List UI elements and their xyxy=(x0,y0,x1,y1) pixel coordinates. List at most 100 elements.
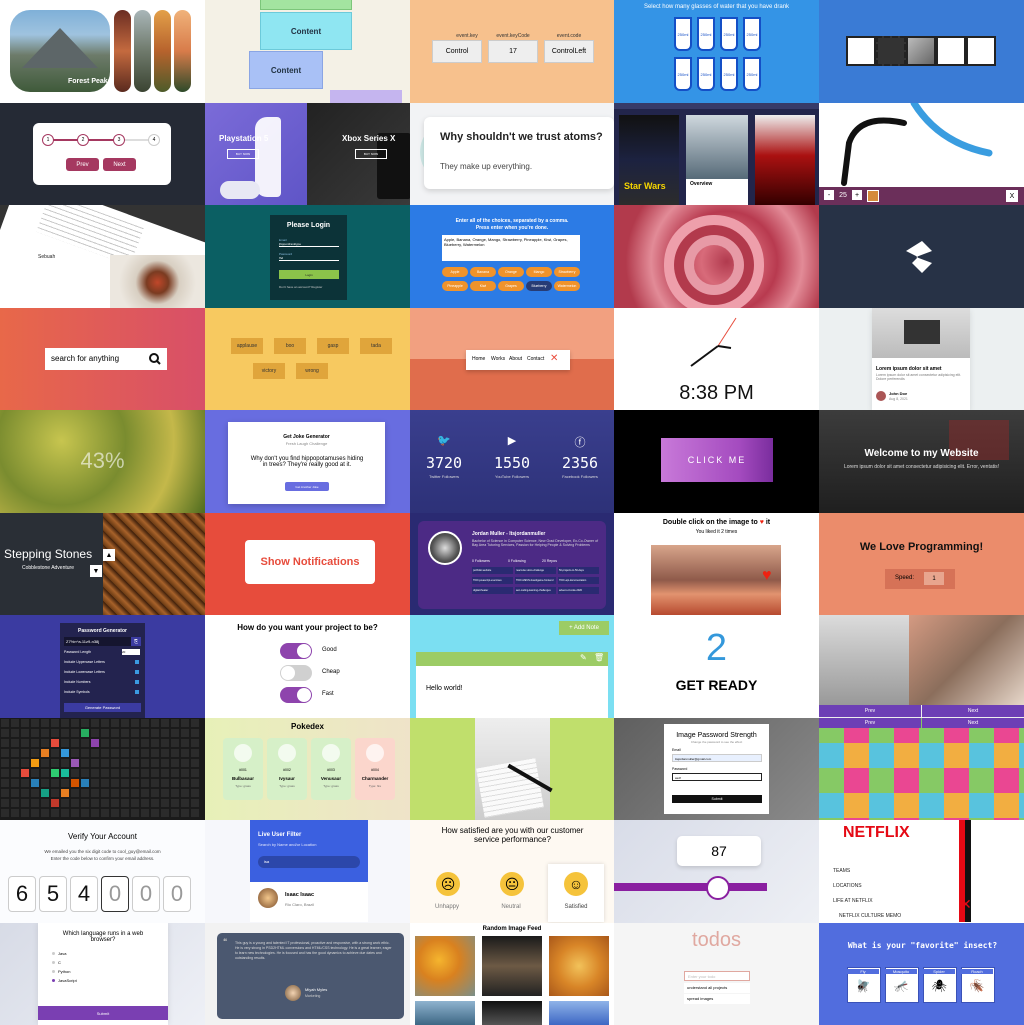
quiz-option[interactable]: C xyxy=(58,960,61,965)
board-square[interactable] xyxy=(91,779,99,787)
board-square[interactable] xyxy=(181,719,189,727)
board-square[interactable] xyxy=(181,739,189,747)
board-square[interactable] xyxy=(81,779,89,787)
board-square[interactable] xyxy=(71,779,79,787)
search-input[interactable]: search for anything xyxy=(45,348,145,370)
board-square[interactable] xyxy=(181,749,189,757)
cup-8[interactable]: 250ml xyxy=(743,57,761,91)
repo-tag[interactable]: aoc-coding-learning-challenges xyxy=(515,587,556,594)
quiz-option[interactable]: JavaScript xyxy=(58,978,77,983)
todo-item-2[interactable]: spread images xyxy=(684,994,750,1004)
todo-item-1[interactable]: understand all projects xyxy=(684,983,750,993)
nav-about[interactable]: About xyxy=(509,356,522,362)
board-square[interactable] xyxy=(141,729,149,737)
board-square[interactable] xyxy=(71,799,79,807)
board-square[interactable] xyxy=(1,799,9,807)
board-square[interactable] xyxy=(151,729,159,737)
board-square[interactable] xyxy=(161,739,169,747)
board-square[interactable] xyxy=(181,779,189,787)
board-square[interactable] xyxy=(41,809,49,817)
board-square[interactable] xyxy=(161,799,169,807)
board-square[interactable] xyxy=(121,809,129,817)
length-input[interactable]: 20 xyxy=(122,649,140,655)
board-square[interactable] xyxy=(71,729,79,737)
next-button[interactable]: Next xyxy=(103,158,136,171)
board-square[interactable] xyxy=(151,809,159,817)
repo-tag[interactable]: react-dev-docs-challenge xyxy=(515,567,556,574)
board-square[interactable] xyxy=(161,779,169,787)
left-buy-button[interactable]: BUY NOW xyxy=(227,149,259,159)
edit-icon[interactable]: ✎ xyxy=(580,653,587,662)
board-square[interactable] xyxy=(81,799,89,807)
board-square[interactable] xyxy=(51,779,59,787)
board-square[interactable] xyxy=(131,759,139,767)
board-square[interactable] xyxy=(1,809,9,817)
repo-tag[interactable]: portfolio-website xyxy=(472,567,513,574)
down-button[interactable]: ▼ xyxy=(90,565,102,577)
board-square[interactable] xyxy=(1,769,9,777)
board-square[interactable] xyxy=(161,749,169,757)
board-square[interactable] xyxy=(41,799,49,807)
board-square[interactable] xyxy=(31,729,39,737)
code-digit-5[interactable]: 0 xyxy=(132,876,160,912)
gasp-button[interactable]: gasp xyxy=(317,338,349,354)
board-square[interactable] xyxy=(71,769,79,777)
board-square[interactable] xyxy=(101,749,109,757)
board-square[interactable] xyxy=(161,759,169,767)
board-square[interactable] xyxy=(151,739,159,747)
board-square[interactable] xyxy=(131,779,139,787)
board-square[interactable] xyxy=(51,739,59,747)
code-digit-3[interactable]: 4 xyxy=(70,876,98,912)
cup-3[interactable]: 250ml xyxy=(720,17,738,51)
board-square[interactable] xyxy=(131,799,139,807)
board-square[interactable] xyxy=(31,739,39,747)
poster-3[interactable] xyxy=(755,115,815,205)
close-x-icon[interactable]: ✕ xyxy=(960,896,972,913)
board-square[interactable] xyxy=(171,739,179,747)
board-square[interactable] xyxy=(21,789,29,797)
panel-3[interactable] xyxy=(134,10,151,92)
board-square[interactable] xyxy=(181,769,189,777)
board-square[interactable] xyxy=(101,789,109,797)
board-square[interactable] xyxy=(121,779,129,787)
board-square[interactable] xyxy=(1,789,9,797)
board-square[interactable] xyxy=(101,769,109,777)
todo-input[interactable]: Enter your todo xyxy=(684,971,750,981)
board-square[interactable] xyxy=(101,729,109,737)
board-square[interactable] xyxy=(31,809,39,817)
board-square[interactable] xyxy=(111,749,119,757)
code-digit-4[interactable]: 0 xyxy=(101,876,129,912)
board-square[interactable] xyxy=(41,739,49,747)
board-square[interactable] xyxy=(111,789,119,797)
board-square[interactable] xyxy=(41,769,49,777)
code-digit-2[interactable]: 5 xyxy=(39,876,67,912)
board-square[interactable] xyxy=(1,749,9,757)
netflix-menu-item[interactable]: NETFLIX CULTURE MEMO xyxy=(839,913,901,919)
board-square[interactable] xyxy=(151,799,159,807)
board-square[interactable] xyxy=(191,719,199,727)
board-square[interactable] xyxy=(111,769,119,777)
board-square[interactable] xyxy=(151,759,159,767)
unhappy-icon[interactable]: ☹ xyxy=(436,872,460,896)
empty-box-4[interactable] xyxy=(966,36,996,66)
board-square[interactable] xyxy=(71,759,79,767)
board-square[interactable] xyxy=(181,799,189,807)
board-square[interactable] xyxy=(141,739,149,747)
board-square[interactable] xyxy=(171,779,179,787)
board-square[interactable] xyxy=(191,799,199,807)
empty-box-3[interactable] xyxy=(936,36,966,66)
board-square[interactable] xyxy=(1,759,9,767)
board-square[interactable] xyxy=(61,809,69,817)
board-square[interactable] xyxy=(11,799,19,807)
board-square[interactable] xyxy=(91,809,99,817)
board-square[interactable] xyxy=(61,759,69,767)
board-square[interactable] xyxy=(1,779,9,787)
repo-tag[interactable]: advent-of-code-2020 xyxy=(558,587,599,594)
code-digit-1[interactable]: 6 xyxy=(8,876,36,912)
board-square[interactable] xyxy=(1,719,9,727)
board-square[interactable] xyxy=(51,749,59,757)
board-square[interactable] xyxy=(121,769,129,777)
board-square[interactable] xyxy=(131,769,139,777)
netflix-menu-item[interactable]: TEAMS xyxy=(833,868,850,874)
board-square[interactable] xyxy=(51,809,59,817)
